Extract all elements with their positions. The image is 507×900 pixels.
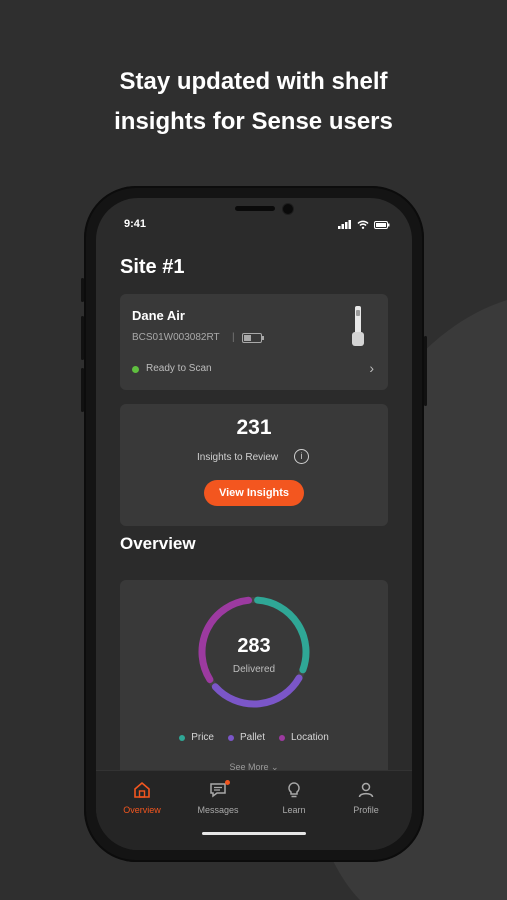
donut-segment-pallet	[211, 674, 303, 708]
status-dot	[132, 366, 139, 373]
overview-heading: Overview	[120, 534, 196, 553]
lightbulb-icon	[288, 782, 300, 798]
wifi-icon	[357, 220, 369, 229]
tab-profile[interactable]: Profile	[336, 781, 396, 815]
messages-icon	[210, 783, 226, 798]
device-battery-icon	[242, 333, 264, 343]
device-serial: BCS01W003082RT	[132, 332, 220, 343]
tab-learn-label: Learn	[282, 805, 306, 815]
speaker-grille	[235, 206, 275, 211]
app-screen: 9:41 Site #1 Dane Air BCS01W003082RT | R…	[96, 198, 412, 850]
tab-overview-label: Overview	[123, 805, 161, 815]
front-camera	[282, 203, 294, 215]
tab-messages-label: Messages	[197, 805, 239, 815]
bottom-tab-bar: Overview Messages Learn Profile	[96, 770, 412, 850]
delivered-total: 283	[237, 635, 271, 657]
status-time: 9:41	[124, 218, 147, 230]
tab-learn[interactable]: Learn	[264, 781, 324, 815]
delivered-label: Delivered	[232, 664, 276, 675]
legend-item-pallet: Pallet	[227, 732, 265, 743]
view-insights-button[interactable]: View Insights	[204, 480, 304, 506]
chart-legend: Price Pallet Location	[120, 732, 388, 743]
battery-status-icon	[374, 220, 390, 229]
insights-card: 231 Insights to Review i View Insights	[120, 404, 388, 526]
legend-label-location: Location	[291, 732, 329, 743]
tab-profile-label: Profile	[353, 805, 379, 815]
signal-icon	[338, 220, 351, 229]
device-name: Dane Air	[132, 308, 185, 323]
profile-icon	[358, 782, 374, 798]
phone-frame: 9:41 Site #1 Dane Air BCS01W003082RT | R…	[81, 186, 427, 862]
insights-count: 231	[236, 416, 272, 439]
headline-line-2: insights for Sense users	[114, 108, 393, 135]
legend-label-price: Price	[191, 732, 214, 743]
power-button	[424, 336, 427, 406]
volume-up-button	[81, 316, 84, 360]
headline-line-1: Stay updated with shelf	[119, 68, 388, 95]
device-status: Ready to Scan	[146, 363, 212, 374]
legend-label-pallet: Pallet	[239, 732, 265, 743]
battery-level-fill	[244, 335, 251, 341]
headline: Stay updated with shelf insights for Sen…	[0, 62, 507, 142]
info-icon[interactable]: i	[294, 449, 309, 464]
insights-label: Insights to Review	[197, 452, 279, 463]
status-icons	[338, 220, 390, 229]
chevron-right-icon[interactable]: ›	[369, 360, 374, 376]
home-icon	[134, 781, 150, 798]
legend-dot-location	[279, 734, 285, 741]
page-title: Site #1	[120, 256, 185, 278]
unread-badge	[225, 780, 230, 785]
tab-overview[interactable]: Overview	[112, 781, 172, 815]
overview-card: 283 Delivered Price Pallet Location See …	[120, 580, 388, 790]
scanner-device-icon	[352, 306, 364, 346]
legend-dot-price	[179, 734, 186, 741]
legend-item-location: Location	[279, 732, 329, 743]
home-indicator	[202, 832, 306, 835]
serial-separator: |	[232, 332, 235, 343]
tab-messages[interactable]: Messages	[188, 780, 248, 815]
volume-down-button	[81, 368, 84, 412]
legend-item-price: Price	[179, 732, 214, 743]
legend-dot-pallet	[227, 734, 234, 741]
mute-switch	[81, 278, 84, 302]
device-card[interactable]: Dane Air BCS01W003082RT | Ready to Scan …	[120, 294, 388, 390]
